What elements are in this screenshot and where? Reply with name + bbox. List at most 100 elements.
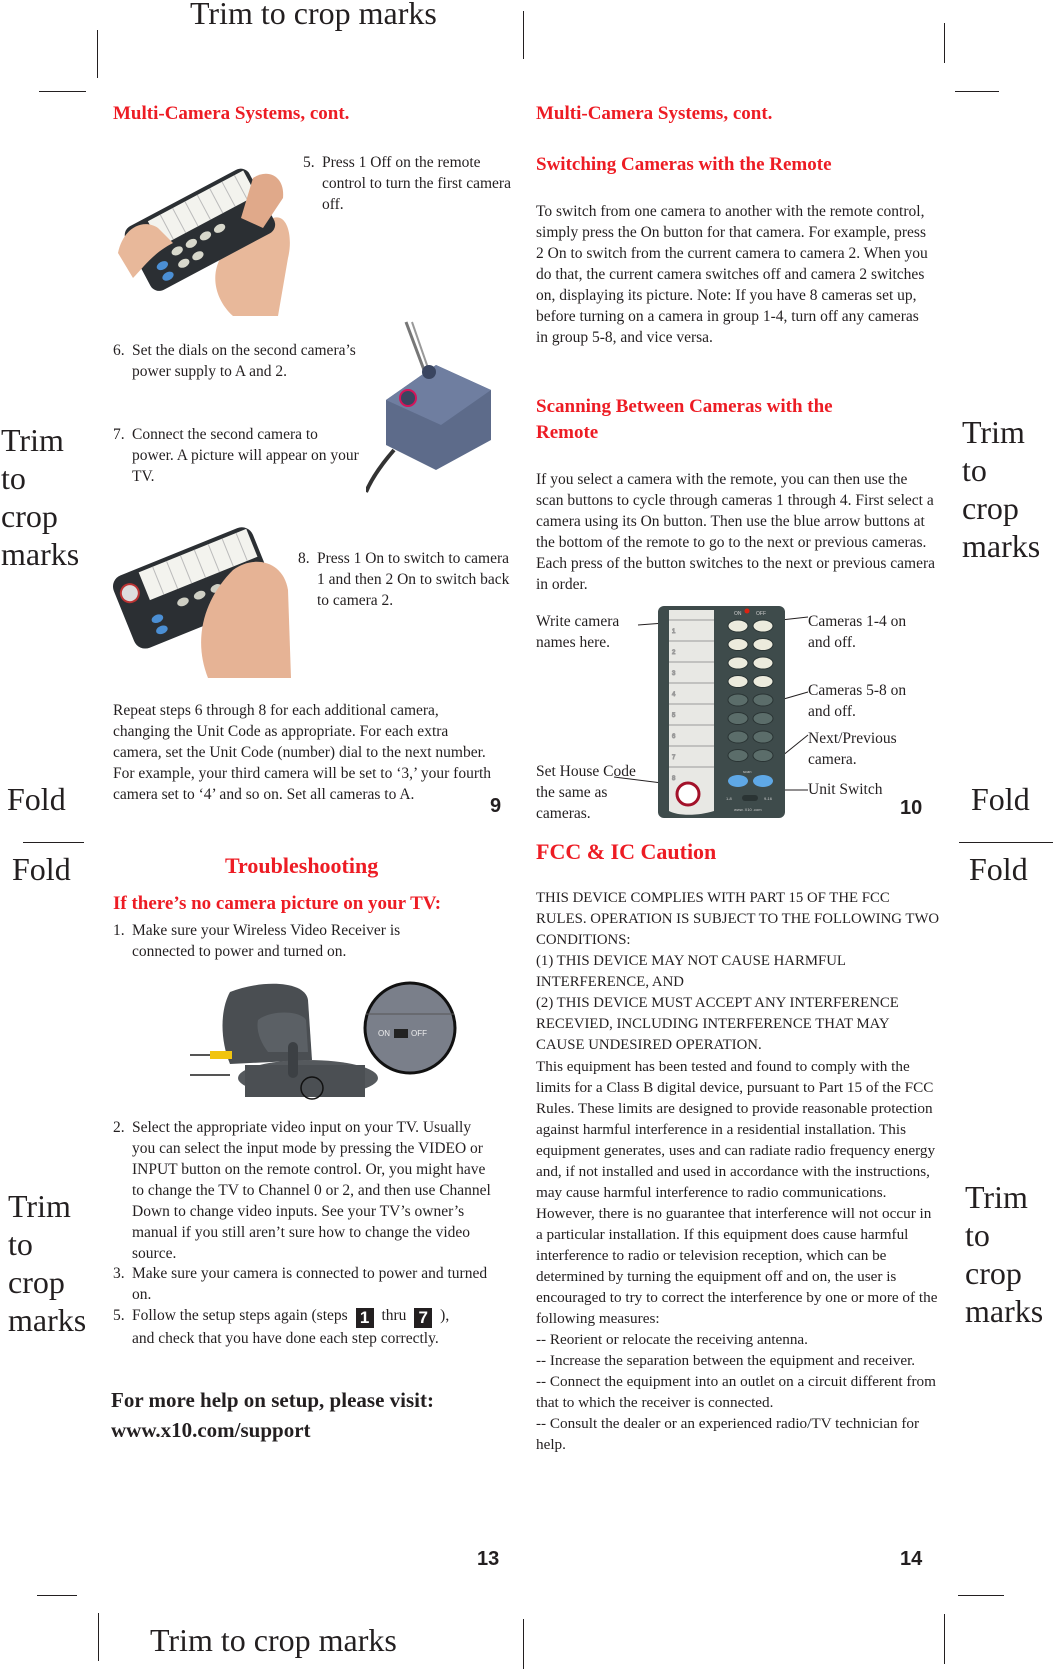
fcc-measure: -- Consult the dealer or an experienced … [536, 1415, 920, 1453]
crop-mark-line [523, 1619, 524, 1669]
camera-5-off-button[interactable] [752, 693, 774, 707]
step-7-badge: 7 [414, 1308, 433, 1328]
crop-mark-line [944, 23, 945, 63]
fold-label-right-upper: Fold [971, 781, 1030, 817]
trim-label-left-bottom: Trim to crop marks [8, 1187, 86, 1339]
step-text: Press 1 On to switch to camera 1 and the… [317, 550, 510, 609]
camera-1-off-button[interactable] [752, 619, 774, 633]
camera-6-off-button[interactable] [752, 712, 774, 725]
unit-switch-right-label: 9-16 [764, 796, 773, 801]
off-column-label: OFF [756, 611, 766, 617]
support-link[interactable]: www.x10.com/support [111, 1415, 434, 1445]
trim-word: marks [1, 536, 80, 572]
camera-8-on-button[interactable] [727, 749, 749, 762]
step-7: 7. Connect the second camera to power. A… [113, 424, 363, 487]
trim-word: to [962, 452, 987, 488]
crop-mark-line [98, 1613, 99, 1661]
switch-off-label: OFF [411, 1029, 427, 1038]
camera-5-on-button[interactable] [727, 693, 749, 707]
step-number: 5. [113, 1307, 125, 1324]
power-supply-photo [366, 320, 496, 495]
step-text-part: and check that you have done each step c… [132, 1330, 439, 1347]
previous-camera-button[interactable] [728, 775, 748, 787]
camera-4-off-button[interactable] [752, 675, 774, 688]
remote-in-hand-photo-2 [113, 520, 293, 678]
crop-mark-line [97, 30, 98, 78]
on-column-label: ON [734, 611, 742, 617]
trim-word: crop [1, 498, 58, 534]
help-line: For more help on setup, please visit: [111, 1388, 434, 1412]
step-number: 7. [113, 426, 125, 443]
camera-6-on-button[interactable] [727, 712, 749, 725]
trim-word: Trim [8, 1188, 71, 1224]
camera-4-on-button[interactable] [727, 675, 749, 688]
switch-magnifier [363, 981, 457, 1075]
step-text-part: Follow the setup steps again (steps [132, 1307, 348, 1324]
trim-word: crop [8, 1264, 65, 1300]
trim-word: to [8, 1226, 33, 1262]
video-receiver-photo: ON OFF [190, 980, 465, 1100]
camera-3-off-button[interactable] [752, 656, 774, 670]
help-text: For more help on setup, please visit: ww… [111, 1385, 434, 1445]
fold-label-left-lower: Fold [12, 851, 71, 887]
callout-cameras-1-4: Cameras 1-4 on and off. [808, 613, 907, 651]
repeat-paragraph: Repeat steps 6 through 8 for each additi… [113, 702, 492, 803]
step-text-part: thru [381, 1307, 407, 1324]
step-text-part: ), [440, 1307, 450, 1324]
compliance-line: (1) THIS DEVICE MAY NOT CAUSE HARMFUL IN… [536, 953, 846, 990]
step-text: Press 1 Off on the remote control to tur… [322, 154, 511, 213]
fcc-measure: -- Increase the separation between the e… [536, 1352, 916, 1369]
indicator-led-icon [744, 608, 750, 614]
trouble-step-2: 2. Select the appropriate video input on… [113, 1117, 498, 1264]
trim-word: marks [8, 1302, 87, 1338]
next-camera-button[interactable] [753, 775, 773, 787]
remote-in-hand-photo [113, 158, 293, 316]
step-number: 3. [113, 1265, 125, 1282]
trim-word: crop [962, 490, 1019, 526]
page-9-title: Multi-Camera Systems, cont. [113, 103, 350, 124]
camera-2-on-button[interactable] [727, 638, 749, 651]
step-number: 8. [298, 550, 310, 567]
remote-control-diagram: 12345678 ON OFF scan 1-8 9-16 www. X10 .… [658, 606, 785, 818]
trim-word: Trim [1, 422, 64, 458]
camera-7-on-button[interactable] [727, 730, 749, 744]
trouble-step-1: 1. Make sure your Wireless Video Receive… [113, 920, 443, 962]
step-text: Follow the setup steps again (steps 1 th… [113, 1305, 508, 1349]
step-number: 1. [113, 922, 125, 939]
camera-3-on-button[interactable] [727, 656, 749, 670]
step-number: 2. [113, 1119, 125, 1136]
step-text: Set the dials on the second camera’s pow… [132, 342, 356, 380]
camera-7-off-button[interactable] [752, 730, 774, 744]
trim-word: Trim [962, 414, 1025, 450]
crop-mark-line [955, 91, 999, 92]
trouble-step-3: 3. Make sure your camera is connected to… [113, 1263, 498, 1305]
scan-label: scan [743, 769, 751, 774]
step-text: Connect the second camera to power. A pi… [132, 426, 359, 485]
page-number-10: 10 [900, 797, 923, 819]
fold-label-left-upper: Fold [7, 781, 66, 817]
crop-mark-line [523, 11, 524, 59]
camera-2-off-button[interactable] [752, 638, 774, 651]
crop-mark-line [39, 91, 86, 92]
trim-word: Trim [965, 1179, 1028, 1215]
page-number-14: 14 [900, 1548, 923, 1570]
step-5: 5. Press 1 Off on the remote control to … [303, 152, 513, 215]
switching-paragraph: To switch from one camera to another wit… [536, 203, 928, 346]
power-switch-icon[interactable] [394, 1029, 408, 1038]
switching-heading: Switching Cameras with the Remote [536, 154, 832, 175]
camera-1-on-button[interactable] [727, 619, 749, 633]
house-code-dial-icon[interactable] [675, 781, 701, 807]
compliance-line: THIS DEVICE COMPLIES WITH PART 15 OF THE… [536, 890, 940, 948]
page-14-title: FCC & IC Caution [536, 839, 717, 864]
step-number: 5. [303, 154, 315, 171]
unit-switch-left-label: 1-8 [726, 796, 733, 801]
camera-8-off-button[interactable] [752, 749, 774, 762]
scanning-heading: Scanning Between Cameras with the Remote [536, 396, 833, 443]
fcc-text: THIS DEVICE COMPLIES WITH PART 15 OF THE… [536, 888, 941, 1455]
fcc-measure: -- Connect the equipment into an outlet … [536, 1373, 936, 1411]
trim-word: to [965, 1217, 990, 1253]
page-number-9: 9 [490, 795, 502, 817]
fold-mark-line [959, 842, 1053, 843]
unit-switch[interactable] [742, 795, 758, 801]
scanning-paragraph: If you select a camera with the remote, … [536, 471, 936, 593]
